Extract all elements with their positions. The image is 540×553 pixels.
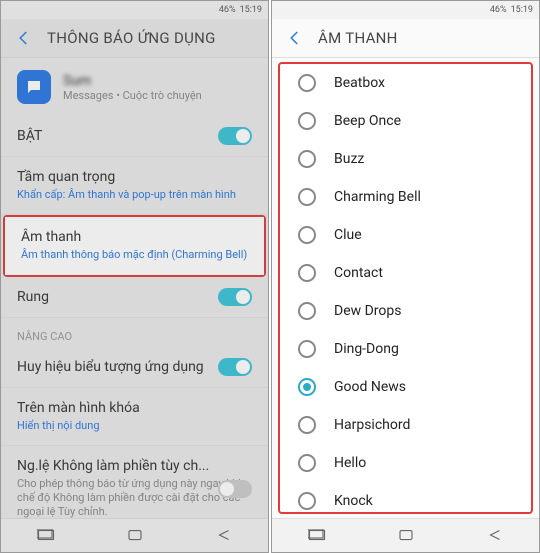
sound-label: Âm thanh bbox=[21, 229, 248, 245]
recents-icon[interactable] bbox=[308, 529, 326, 543]
time-text: 15:19 bbox=[240, 5, 262, 15]
status-bar: 46% 15:19 bbox=[272, 1, 539, 19]
nav-bar bbox=[272, 518, 539, 552]
setting-dnd[interactable]: Ng.lệ Không làm phiền tùy ch... Cho phép… bbox=[1, 446, 268, 518]
sound-option[interactable]: Contact bbox=[280, 254, 531, 292]
sound-option[interactable]: Knock bbox=[280, 482, 531, 514]
battery-text: 46% bbox=[219, 5, 236, 15]
importance-sub: Khẩn cấp: Âm thanh và pop-up trên màn hì… bbox=[17, 188, 252, 202]
back-nav-icon[interactable] bbox=[215, 529, 233, 543]
sound-option[interactable]: Dew Drops bbox=[280, 292, 531, 330]
messages-app-icon bbox=[17, 70, 51, 104]
page-title: ÂM THANH bbox=[318, 29, 398, 47]
status-bar: 46% 15:19 bbox=[1, 1, 268, 19]
sound-option-label: Harpsichord bbox=[334, 417, 410, 433]
setting-importance[interactable]: Tầm quan trọng Khẩn cấp: Âm thanh và pop… bbox=[1, 157, 268, 215]
sound-option-label: Contact bbox=[334, 265, 383, 281]
radio-icon[interactable] bbox=[298, 416, 316, 434]
sound-option-label: Good News bbox=[334, 379, 406, 395]
sound-option-label: Beatbox bbox=[334, 75, 385, 91]
importance-label: Tầm quan trọng bbox=[17, 169, 252, 185]
radio-icon[interactable] bbox=[298, 340, 316, 358]
nav-bar bbox=[1, 518, 268, 552]
battery-text: 46% bbox=[490, 5, 507, 15]
phone-settings: 46% 15:19 THÔNG BÁO ỨNG DỤNG Sum Message… bbox=[0, 0, 269, 553]
toggle-vibrate[interactable] bbox=[218, 288, 252, 306]
sound-option-label: Buzz bbox=[334, 151, 364, 167]
highlighted-sound-list: Beatbox Beep Once Buzz Charming Bell Clue Con… bbox=[278, 62, 533, 514]
header: ÂM THANH bbox=[272, 19, 539, 58]
sound-option-label: Charming Bell bbox=[334, 189, 421, 205]
on-label: BẬT bbox=[17, 128, 252, 144]
app-name: Sum bbox=[63, 73, 202, 89]
toggle-dnd[interactable] bbox=[218, 480, 252, 498]
radio-icon[interactable] bbox=[298, 454, 316, 472]
home-icon[interactable] bbox=[126, 529, 144, 543]
sound-option-label: Dew Drops bbox=[334, 303, 401, 319]
sound-option[interactable]: Ding-Dong bbox=[280, 330, 531, 368]
dnd-label: Ng.lệ Không làm phiền tùy ch... bbox=[17, 458, 252, 474]
radio-icon[interactable] bbox=[298, 302, 316, 320]
sound-option-label: Hello bbox=[334, 455, 366, 471]
radio-icon[interactable] bbox=[298, 378, 316, 396]
sound-option-label: Clue bbox=[334, 227, 362, 243]
recents-icon[interactable] bbox=[37, 529, 55, 543]
back-icon[interactable] bbox=[286, 29, 304, 47]
sound-option-label: Beep Once bbox=[334, 113, 401, 129]
radio-icon[interactable] bbox=[298, 112, 316, 130]
dnd-sub: Cho phép thông báo từ ứng dụng này ngay … bbox=[17, 477, 252, 518]
toggle-on[interactable] bbox=[218, 127, 252, 145]
radio-icon[interactable] bbox=[298, 74, 316, 92]
radio-icon[interactable] bbox=[298, 188, 316, 206]
back-nav-icon[interactable] bbox=[486, 529, 504, 543]
sound-option[interactable]: Hello bbox=[280, 444, 531, 482]
sound-option[interactable]: Good News bbox=[280, 368, 531, 406]
lock-label: Trên màn hình khóa bbox=[17, 400, 252, 416]
sound-option[interactable]: Charming Bell bbox=[280, 178, 531, 216]
lock-sub: Hiển thị nội dung bbox=[17, 419, 252, 433]
setting-badge[interactable]: Huy hiệu biểu tượng ứng dụng bbox=[1, 347, 268, 388]
header: THÔNG BÁO ỨNG DỤNG bbox=[1, 19, 268, 58]
setting-vibrate[interactable]: Rung bbox=[1, 277, 268, 318]
setting-on[interactable]: BẬT bbox=[1, 116, 268, 157]
app-row[interactable]: Sum Messages • Cuộc trò chuyện bbox=[1, 58, 268, 116]
setting-lockscreen[interactable]: Trên màn hình khóa Hiển thị nội dung bbox=[1, 388, 268, 446]
time-text: 15:19 bbox=[511, 5, 533, 15]
radio-icon[interactable] bbox=[298, 150, 316, 168]
toggle-badge[interactable] bbox=[218, 358, 252, 376]
home-icon[interactable] bbox=[397, 529, 415, 543]
page-title: THÔNG BÁO ỨNG DỤNG bbox=[47, 29, 216, 47]
sound-sub: Âm thanh thông báo mặc định (Charming Be… bbox=[21, 248, 248, 262]
vibrate-label: Rung bbox=[17, 289, 252, 305]
radio-icon[interactable] bbox=[298, 264, 316, 282]
setting-sound[interactable]: Âm thanh Âm thanh thông báo mặc định (Ch… bbox=[5, 217, 264, 274]
radio-icon[interactable] bbox=[298, 226, 316, 244]
sound-option[interactable]: Clue bbox=[280, 216, 531, 254]
sound-option[interactable]: Beep Once bbox=[280, 102, 531, 140]
sound-option[interactable]: Beatbox bbox=[280, 64, 531, 102]
back-icon[interactable] bbox=[15, 29, 33, 47]
sound-option-label: Ding-Dong bbox=[334, 341, 399, 357]
phone-sound-picker: 46% 15:19 ÂM THANH Beatbox Beep Once Buzz C… bbox=[271, 0, 540, 553]
sound-option-label: Knock bbox=[334, 493, 373, 509]
badge-label: Huy hiệu biểu tượng ứng dụng bbox=[17, 359, 252, 375]
sound-option[interactable]: Harpsichord bbox=[280, 406, 531, 444]
sound-option[interactable]: Buzz bbox=[280, 140, 531, 178]
highlighted-sound-setting: Âm thanh Âm thanh thông báo mặc định (Ch… bbox=[3, 215, 266, 276]
settings-scroll[interactable]: Sum Messages • Cuộc trò chuyện BẬT Tầm q… bbox=[1, 58, 268, 518]
app-subtitle: Messages • Cuộc trò chuyện bbox=[63, 89, 202, 102]
advanced-header: NÂNG CAO bbox=[1, 318, 268, 347]
radio-icon[interactable] bbox=[298, 492, 316, 510]
